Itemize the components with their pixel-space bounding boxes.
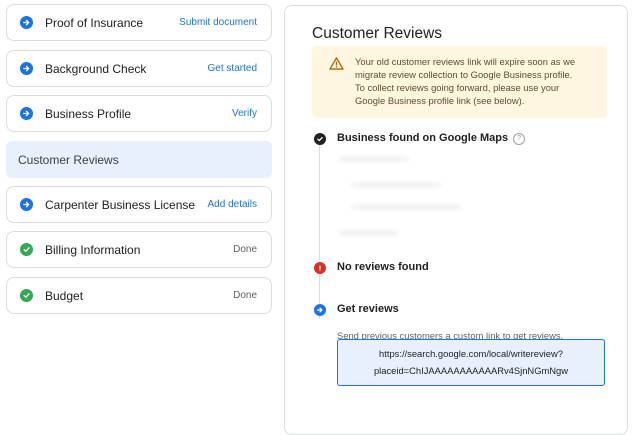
step-budget[interactable]: Budget Done xyxy=(6,277,272,314)
redacted-business-info xyxy=(351,182,441,188)
arrow-right-icon xyxy=(20,62,33,75)
warning-line: Google Business profile link (see below)… xyxy=(355,95,525,106)
check-icon xyxy=(20,243,33,256)
step-carpenter-business-license[interactable]: Carpenter Business License Add details xyxy=(6,186,272,223)
step-business-profile[interactable]: Business Profile Verify xyxy=(6,95,272,132)
panel-title: Customer Reviews xyxy=(312,25,443,42)
step-background-check[interactable]: Background Check Get started xyxy=(6,50,272,87)
warning-line: migrate review collection to Google Busi… xyxy=(355,69,573,80)
step-proof-of-insurance[interactable]: Proof of Insurance Submit document xyxy=(6,4,272,41)
alert-icon xyxy=(314,262,326,274)
warning-line: Your old customer reviews link will expi… xyxy=(355,56,576,67)
step-label: Background Check xyxy=(45,61,147,76)
review-link-box[interactable]: https://search.google.com/local/writerev… xyxy=(337,339,605,386)
status-done: Done xyxy=(233,244,257,255)
timeline-step-no-reviews: No reviews found xyxy=(337,261,429,273)
step-label: Customer Reviews xyxy=(18,152,119,167)
help-icon[interactable]: ? xyxy=(513,133,526,145)
step-label: Billing Information xyxy=(45,242,141,257)
verify-link[interactable]: Verify xyxy=(232,108,257,119)
status-done: Done xyxy=(233,290,257,301)
customer-reviews-panel: Customer Reviews Your old customer revie… xyxy=(284,5,628,435)
warning-banner: Your old customer reviews link will expi… xyxy=(312,46,607,118)
redacted-business-info xyxy=(351,204,461,210)
step-label: Budget xyxy=(45,288,84,303)
warning-triangle-icon xyxy=(329,57,344,70)
review-link-line: placeid=ChIJAAAAAAAAAAARv4SjnNGmNgw xyxy=(373,365,569,376)
warning-line: To collect reviews going forward, please… xyxy=(355,82,560,93)
step-customer-reviews[interactable]: Customer Reviews xyxy=(6,141,272,178)
arrow-right-icon xyxy=(20,16,33,29)
step-label: Carpenter Business License xyxy=(45,197,196,212)
warning-text: Your old customer reviews link will expi… xyxy=(355,55,595,107)
add-details-link[interactable]: Add details xyxy=(208,199,257,210)
submit-document-link[interactable]: Submit document xyxy=(179,17,257,28)
redacted-business-info xyxy=(339,156,409,162)
step-billing-information[interactable]: Billing Information Done xyxy=(6,231,272,268)
check-icon xyxy=(314,133,326,145)
step-label: Proof of Insurance xyxy=(45,15,144,30)
arrow-right-icon xyxy=(314,304,326,316)
timeline-step-get-reviews: Get reviews xyxy=(337,303,399,315)
review-link-line: https://search.google.com/local/writerev… xyxy=(379,348,563,359)
arrow-right-icon xyxy=(20,107,33,120)
timeline-step-title: Business found on Google Maps xyxy=(337,132,509,144)
step-label: Business Profile xyxy=(45,106,132,121)
arrow-right-icon xyxy=(20,198,33,211)
redacted-business-info xyxy=(339,230,399,236)
check-icon xyxy=(20,289,33,302)
get-started-link[interactable]: Get started xyxy=(208,63,257,74)
timeline-connector xyxy=(319,144,320,319)
timeline-step-business-found: Business found on Google Maps? xyxy=(337,132,526,145)
